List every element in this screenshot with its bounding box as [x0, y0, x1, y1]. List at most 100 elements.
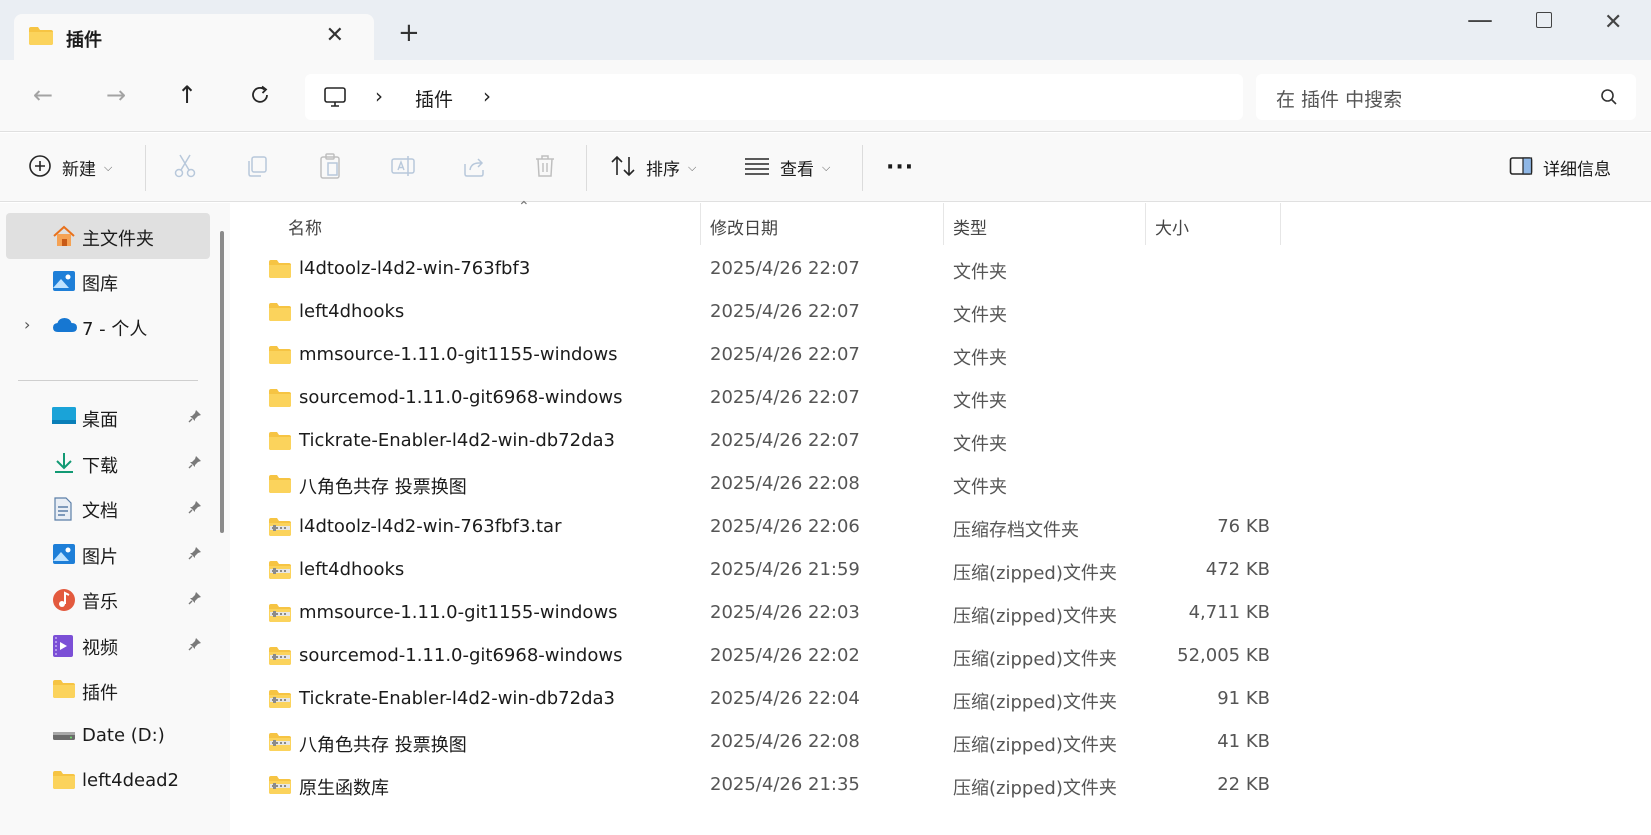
file-name: 八角色共存 投票换图 — [299, 735, 467, 756]
chevron-down-icon: ⌵ — [822, 160, 831, 174]
file-name: left4dhooks — [299, 301, 405, 322]
pin-icon[interactable] — [188, 590, 202, 609]
file-row[interactable]: l4dtoolz-l4d2-win-763fbf3 2025/4/26 22:07… — [238, 247, 1651, 290]
close-window-button[interactable]: ✕ — [1604, 10, 1622, 35]
zip-folder-icon — [268, 560, 292, 584]
column-header-size[interactable]: 大小 — [1145, 203, 1275, 245]
sidebar-item-pictures[interactable]: 图片 — [6, 531, 210, 577]
sidebar-item-desktop[interactable]: 桌面 — [6, 394, 210, 440]
file-row[interactable]: sourcemod-1.11.0-git6968-windows 2025/4/2… — [238, 376, 1651, 419]
folder-icon — [268, 345, 292, 369]
breadcrumb-item[interactable]: 插件 — [415, 85, 453, 112]
view-button[interactable]: 查看 ⌵ — [744, 133, 830, 202]
folder-icon — [268, 431, 292, 455]
file-row[interactable]: 八角色共存 投票换图 2025/4/26 22:08 压缩(zipped)文件夹 41… — [238, 720, 1651, 763]
maximize-button[interactable] — [1536, 12, 1552, 28]
sidebar-item-left4dead2[interactable]: left4dead2 — [6, 758, 210, 804]
file-date-modified: 2025/4/26 22:02 — [710, 645, 860, 666]
sidebar-item-documents[interactable]: 文档 — [6, 485, 210, 531]
pin-icon[interactable] — [188, 636, 202, 655]
pin-icon[interactable] — [188, 454, 202, 473]
tab-current[interactable]: 插件 ✕ — [14, 14, 374, 60]
chevron-right-icon[interactable]: › — [375, 84, 383, 108]
column-divider[interactable] — [1280, 203, 1281, 245]
share-button[interactable] — [462, 133, 486, 202]
details-pane-button[interactable]: 详细信息 — [1509, 133, 1611, 202]
minimize-button[interactable]: — — [1467, 5, 1493, 35]
file-row[interactable]: sourcemod-1.11.0-git6968-windows 2025/4/2… — [238, 634, 1651, 677]
column-header-date[interactable]: 修改日期 — [700, 203, 940, 245]
sidebar-item-drive-d[interactable]: Date (D:) — [6, 713, 210, 759]
file-row[interactable]: left4dhooks 2025/4/26 21:59 压缩(zipped)文件夹 4… — [238, 548, 1651, 591]
file-row[interactable]: mmsource-1.11.0-git1155-windows 2025/4/26… — [238, 591, 1651, 634]
sort-button[interactable]: 排序 ⌵ — [610, 133, 696, 202]
column-header-name[interactable]: ⌃ 名称 — [278, 199, 698, 245]
zip-folder-icon — [268, 689, 292, 713]
drive-icon — [52, 725, 76, 747]
file-size: 52,005 KB — [1177, 645, 1270, 666]
cut-button[interactable] — [173, 133, 197, 202]
sidebar-item-label: 图库 — [82, 274, 118, 295]
address-bar[interactable]: › 插件 › — [305, 74, 1243, 120]
chevron-right-icon[interactable]: › — [24, 315, 30, 334]
file-date-modified: 2025/4/26 22:07 — [710, 430, 860, 451]
file-size: 41 KB — [1217, 731, 1270, 752]
sidebar-item-label: 视频 — [82, 638, 118, 659]
copy-button[interactable] — [245, 133, 269, 202]
forward-button[interactable]: → — [102, 81, 130, 109]
command-bar: 新建 ⌵ 排序 ⌵ 查看 ⌵ ··· 详细信息 — [0, 133, 1651, 202]
sidebar-item-home[interactable]: 主文件夹 — [6, 213, 210, 259]
chevron-right-icon[interactable]: › — [483, 84, 491, 108]
file-size: 91 KB — [1217, 688, 1270, 709]
paste-icon — [318, 152, 342, 183]
new-button[interactable]: 新建 ⌵ — [28, 133, 112, 202]
more-options-button[interactable]: ··· — [886, 133, 914, 202]
file-row[interactable]: 原生函数库 2025/4/26 21:35 压缩(zipped)文件夹 22 KB — [238, 763, 1651, 806]
view-list-icon — [744, 156, 770, 180]
more-icon: ··· — [886, 155, 915, 180]
file-size: 472 KB — [1205, 559, 1270, 580]
file-row[interactable]: Tickrate-Enabler-l4d2-win-db72da3 2025/4/… — [238, 419, 1651, 462]
file-name: l4dtoolz-l4d2-win-763fbf3.tar — [299, 516, 562, 537]
new-tab-button[interactable]: + — [398, 20, 420, 46]
file-date-modified: 2025/4/26 22:03 — [710, 602, 860, 623]
file-row[interactable]: mmsource-1.11.0-git1155-windows 2025/4/26… — [238, 333, 1651, 376]
back-button[interactable]: ← — [29, 81, 57, 109]
sidebar-item-downloads[interactable]: 下载 — [6, 440, 210, 486]
sidebar-item-onedrive[interactable]: › 7 - 个人 — [6, 303, 210, 349]
folder-icon — [268, 259, 292, 283]
onedrive-cloud-icon — [52, 315, 77, 337]
folder-icon — [52, 770, 76, 792]
search-box[interactable]: 在 插件 中搜索 — [1256, 74, 1636, 120]
refresh-button[interactable] — [246, 81, 274, 109]
search-icon[interactable] — [1600, 88, 1618, 110]
column-header-type[interactable]: 类型 — [943, 203, 1133, 245]
zip-folder-icon — [268, 732, 292, 756]
file-type: 文件夹 — [953, 262, 1007, 283]
sidebar-item-plugins[interactable]: 插件 — [6, 667, 210, 713]
rename-button[interactable] — [390, 133, 416, 202]
file-row[interactable]: Tickrate-Enabler-l4d2-win-db72da3 2025/4/… — [238, 677, 1651, 720]
paste-button[interactable] — [318, 133, 342, 202]
sidebar-scrollbar[interactable] — [220, 231, 224, 533]
sidebar-item-videos[interactable]: 视频 — [6, 622, 210, 668]
search-input[interactable]: 在 插件 中搜索 — [1276, 85, 1402, 112]
computer-icon — [323, 85, 347, 113]
delete-button[interactable] — [534, 133, 556, 202]
sidebar-item-music[interactable]: 音乐 — [6, 576, 210, 622]
pin-icon[interactable] — [188, 408, 202, 427]
sidebar-item-gallery[interactable]: 图库 — [6, 258, 210, 304]
file-date-modified: 2025/4/26 22:08 — [710, 473, 860, 494]
file-row[interactable]: left4dhooks 2025/4/26 22:07 文件夹 — [238, 290, 1651, 333]
file-row[interactable]: l4dtoolz-l4d2-win-763fbf3.tar 2025/4/26 2… — [238, 505, 1651, 548]
file-name: sourcemod-1.11.0-git6968-windows — [299, 645, 623, 666]
file-row[interactable]: 八角色共存 投票换图 2025/4/26 22:08 文件夹 — [238, 462, 1651, 505]
up-button[interactable]: ↑ — [173, 81, 201, 109]
pin-icon[interactable] — [188, 499, 202, 518]
file-date-modified: 2025/4/26 22:06 — [710, 516, 860, 537]
pin-icon[interactable] — [188, 545, 202, 564]
file-type: 压缩存档文件夹 — [953, 520, 1079, 541]
tab-close-button[interactable]: ✕ — [326, 23, 344, 48]
rename-icon — [390, 154, 416, 182]
trash-icon — [534, 154, 556, 182]
